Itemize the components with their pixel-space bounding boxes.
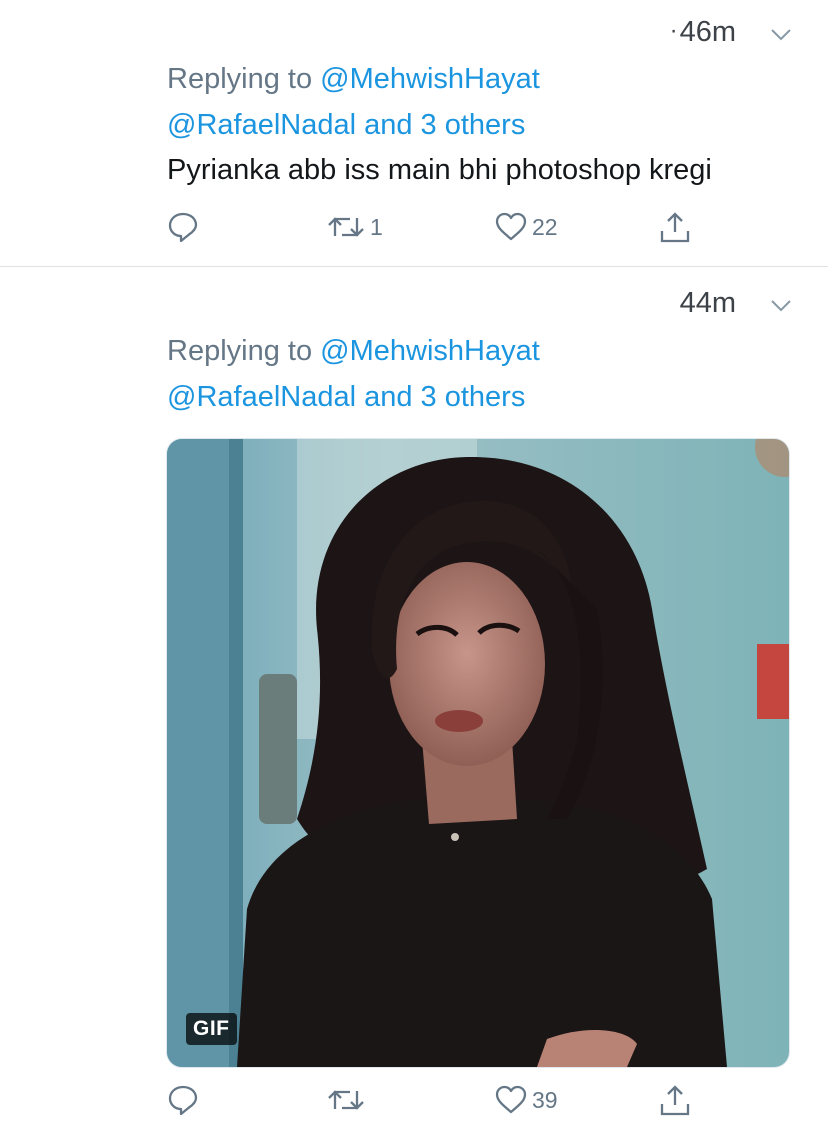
retweet-icon	[328, 217, 364, 237]
share-icon	[660, 212, 690, 243]
like-icon	[495, 1085, 527, 1114]
gif-badge: GIF	[186, 1013, 237, 1045]
others-link[interactable]: @RafaelNadal and 3 others	[167, 109, 525, 141]
others-link[interactable]: @RafaelNadal and 3 others	[167, 381, 525, 413]
separator-dot: ·	[669, 17, 678, 44]
gif-image	[167, 439, 789, 1067]
like-button[interactable]: 22	[494, 210, 558, 244]
like-icon	[495, 212, 527, 241]
share-button[interactable]	[658, 1083, 692, 1117]
caret-down-icon[interactable]	[770, 28, 792, 42]
replying-to: Replying to @MehwishHayat @RafaelNadal a…	[167, 63, 540, 141]
tweet-text: Pyrianka abb iss main bhi photoshop kreg…	[167, 154, 712, 186]
retweet-icon	[328, 1090, 364, 1110]
share-button[interactable]	[658, 210, 692, 244]
mention-link[interactable]: @MehwishHayat	[320, 63, 540, 95]
reply-button[interactable]	[166, 1083, 200, 1117]
retweet-button[interactable]: 1	[326, 210, 383, 244]
replying-to: Replying to @MehwishHayat @RafaelNadal a…	[167, 335, 540, 413]
tweet-actions: 1 22	[0, 210, 828, 250]
tweet-2[interactable]: 44m Replying to @MehwishHayat @RafaelNad…	[0, 267, 828, 1139]
tweet-actions: 39	[0, 1083, 828, 1123]
like-count: 22	[532, 213, 558, 240]
mention-link[interactable]: @MehwishHayat	[320, 335, 540, 367]
retweet-button[interactable]	[326, 1083, 370, 1117]
like-button[interactable]: 39	[494, 1083, 558, 1117]
reply-icon	[168, 1085, 198, 1116]
like-count: 39	[532, 1086, 558, 1113]
retweet-count: 1	[370, 213, 383, 240]
gif-media[interactable]: GIF	[166, 438, 790, 1068]
caret-down-icon[interactable]	[770, 299, 792, 313]
share-icon	[660, 1085, 690, 1116]
tweet-1[interactable]: ·46m Replying to @MehwishHayat @RafaelNa…	[0, 0, 828, 266]
reply-button[interactable]	[166, 210, 200, 244]
reply-icon	[168, 212, 198, 243]
tweet-time[interactable]: 44m	[680, 287, 736, 320]
tweet-time[interactable]: ·46m	[670, 16, 736, 49]
